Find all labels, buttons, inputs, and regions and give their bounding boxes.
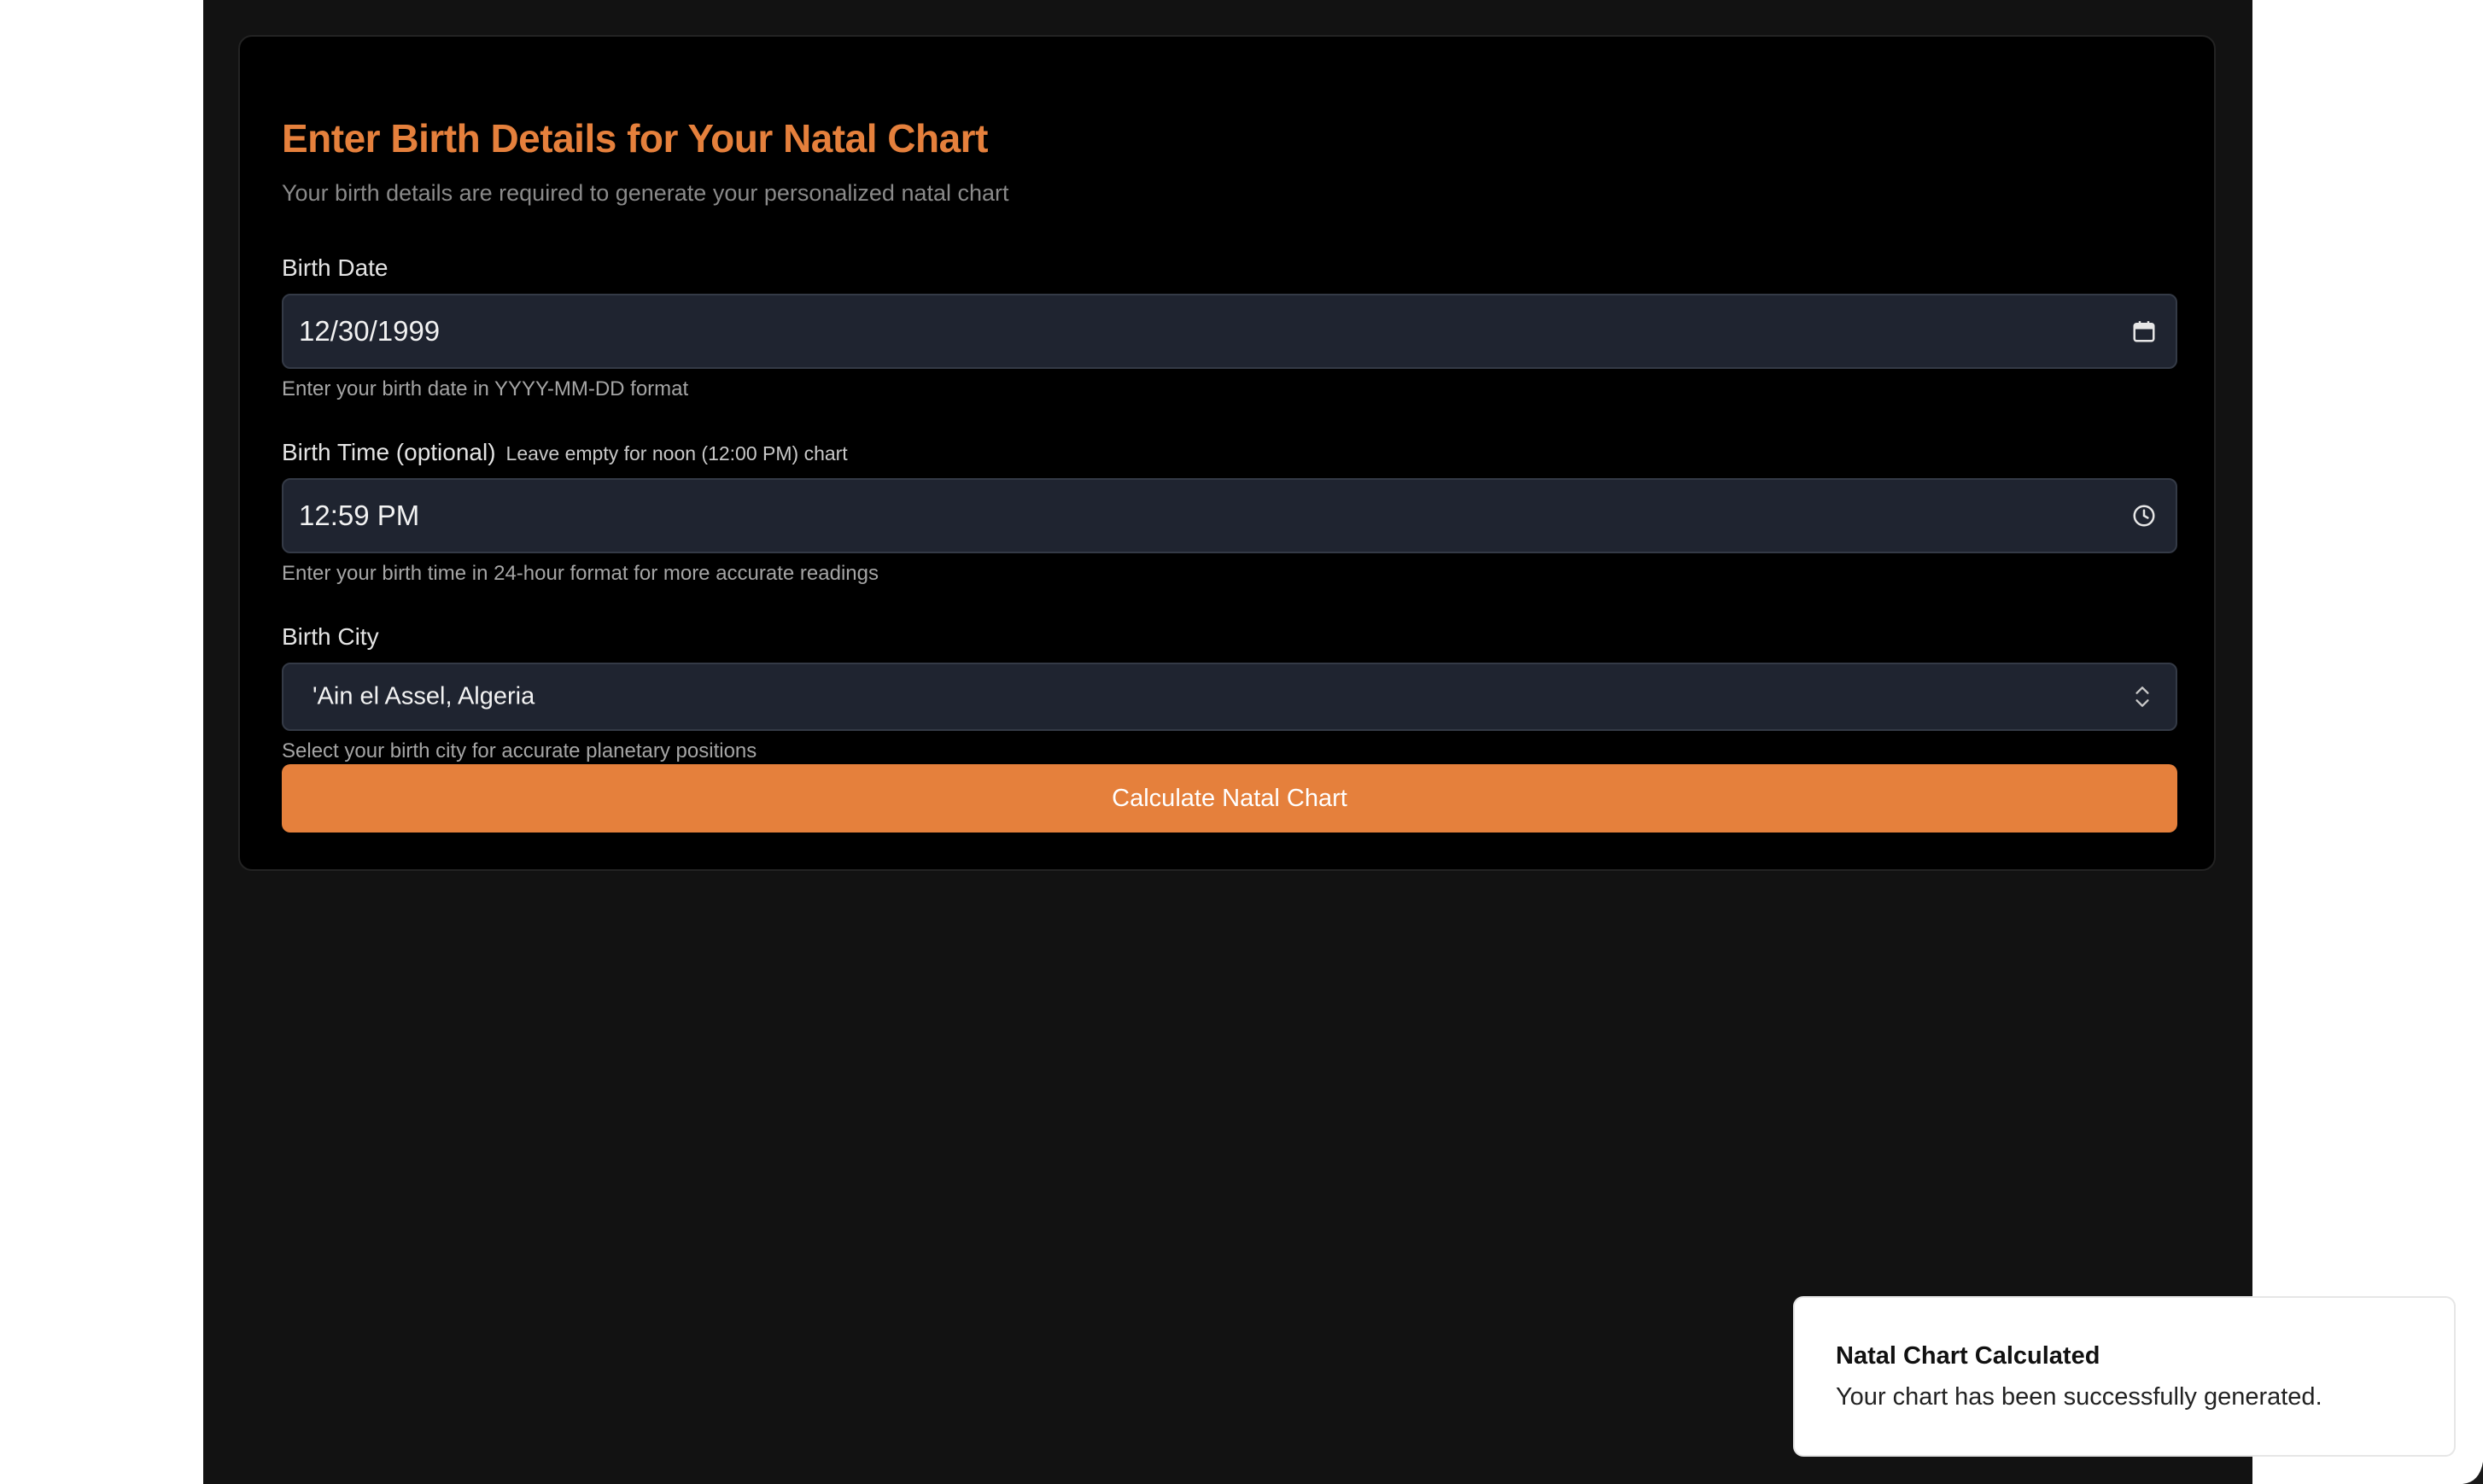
clock-icon[interactable] <box>2131 503 2157 529</box>
birth-time-label-text: Birth Time (optional) <box>282 439 496 465</box>
app-main: Enter Birth Details for Your Natal Chart… <box>203 0 2252 1484</box>
window-corner-decoration <box>2463 1462 2483 1484</box>
birth-city-label: Birth City <box>282 623 379 650</box>
birth-date-value: 12/30/1999 <box>299 315 441 347</box>
page-subtitle: Your birth details are required to gener… <box>282 180 1009 206</box>
page-title: Enter Birth Details for Your Natal Chart <box>282 116 988 161</box>
birth-time-value: 12:59 PM <box>299 500 420 531</box>
birth-time-label: Birth Time (optional) Leave empty for noo… <box>282 439 848 466</box>
birth-city-select[interactable]: 'Ain el Assel, Algeria <box>282 663 2177 731</box>
calendar-icon[interactable] <box>2131 318 2157 344</box>
calculate-natal-chart-button[interactable]: Calculate Natal Chart <box>282 764 2177 833</box>
birth-date-input[interactable]: 12/30/1999 <box>282 294 2177 369</box>
chevron-up-down-icon <box>2135 686 2149 707</box>
birth-time-input[interactable]: 12:59 PM <box>282 478 2177 553</box>
birth-details-card: Enter Birth Details for Your Natal Chart… <box>238 35 2216 871</box>
birth-city-value: 'Ain el Assel, Algeria <box>313 682 535 710</box>
birth-time-help: Enter your birth time in 24-hour format … <box>282 562 879 585</box>
success-toast[interactable]: Natal Chart Calculated Your chart has be… <box>1793 1296 2456 1457</box>
birth-date-label: Birth Date <box>282 254 389 281</box>
birth-date-help: Enter your birth date in YYYY-MM-DD form… <box>282 377 689 400</box>
toast-message: Your chart has been successfully generat… <box>1836 1383 2322 1411</box>
birth-city-help: Select your birth city for accurate plan… <box>282 739 757 762</box>
birth-time-note: Leave empty for noon (12:00 PM) chart <box>505 442 848 464</box>
toast-title: Natal Chart Calculated <box>1836 1342 2100 1370</box>
